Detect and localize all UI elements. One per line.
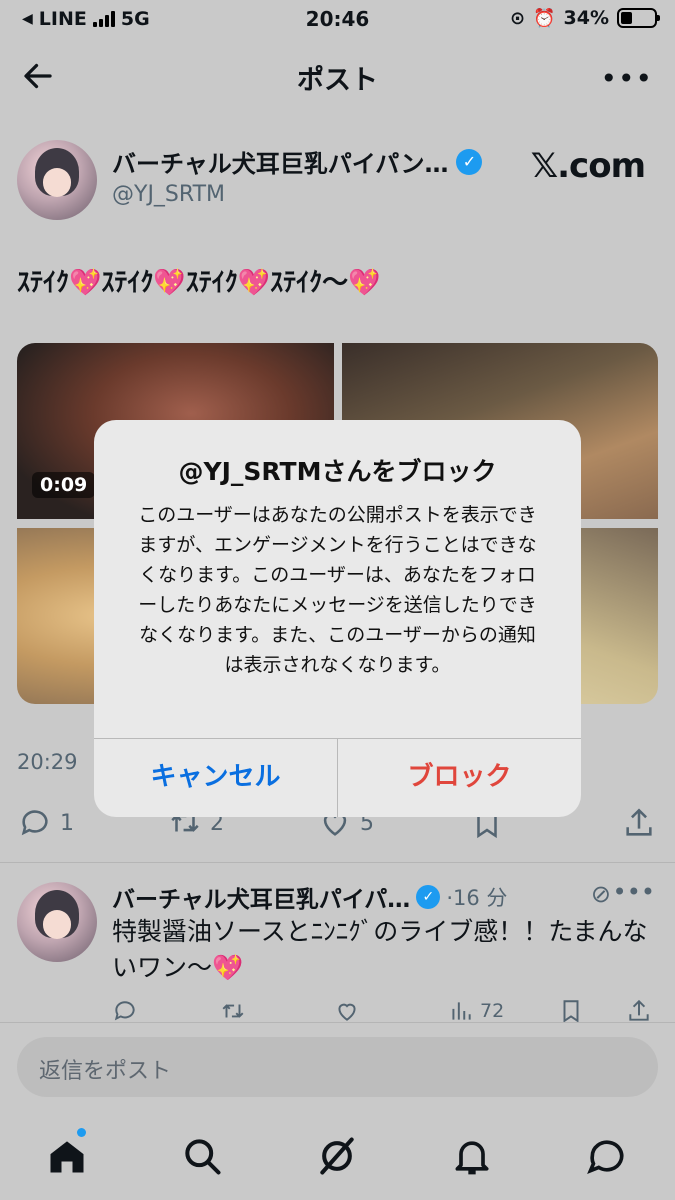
grok-icon[interactable]: ⊘ (591, 880, 611, 908)
dialog-title: @YJ_SRTMさんをブロック (178, 457, 497, 486)
heart-icon (338, 1003, 356, 1021)
reply-button[interactable]: 1 (18, 806, 74, 840)
alarm-icon: ⏰ (533, 7, 556, 29)
share-button[interactable] (622, 806, 656, 840)
reply-input[interactable]: 返信をポスト (17, 1037, 658, 1097)
post-text: ｽﾃｲｸ💖ｽﾃｲｸ💖ｽﾃｲｸ💖ｽﾃｲｸ〜💖 (17, 268, 381, 298)
author-handle[interactable]: @YJ_SRTM (112, 182, 225, 207)
reply-time: ·16 分 (446, 886, 508, 910)
reply-author-name: バーチャル犬耳巨乳パイパ… (112, 887, 411, 913)
reply-like-button[interactable] (334, 998, 360, 1024)
video-duration: 0:09 (32, 472, 96, 498)
verified-badge-icon: ✓ (416, 885, 441, 909)
home-icon[interactable] (45, 1134, 89, 1178)
reply-reply-button[interactable] (112, 998, 138, 1024)
messages-icon[interactable] (585, 1134, 629, 1178)
bookmark-icon (563, 1000, 579, 1023)
battery-percent: 34% (563, 7, 609, 29)
reply-repost-button[interactable] (220, 998, 246, 1024)
rotation-lock-icon: ⊙ (510, 7, 526, 29)
status-right: ⊙ ⏰ 34% (510, 7, 660, 29)
page-title: ポスト (297, 65, 378, 96)
block-button[interactable]: ブロック (338, 738, 581, 817)
post-header: ポスト ••• (0, 50, 675, 102)
repost-icon (222, 1004, 244, 1018)
more-horizontal-icon[interactable]: ••• (613, 878, 655, 906)
reply-bookmark-button[interactable] (558, 998, 584, 1024)
status-bar: ◀ LINE 5G 20:46 ⊙ ⏰ 34% (0, 0, 675, 40)
post-timestamp: 20:29 (17, 750, 78, 774)
analytics-icon (452, 1002, 471, 1020)
reply-author[interactable]: バーチャル犬耳巨乳パイパ… ✓ ·16 分 (112, 880, 507, 914)
view-count: 72 (480, 1000, 505, 1022)
tab-bar (0, 1112, 675, 1200)
avatar[interactable] (17, 140, 97, 220)
block-confirm-dialog: @YJ_SRTMさんをブロック このユーザーはあなたの公開ポストを表示できますが… (94, 420, 581, 817)
reply-icon (21, 810, 48, 836)
notifications-icon[interactable] (450, 1134, 494, 1178)
author-name-text: バーチャル犬耳巨乳パイパン… (112, 150, 449, 178)
share-icon (626, 808, 652, 836)
dialog-message: このユーザーはあなたの公開ポストを表示できますが、エンゲージメントを行うことはで… (138, 504, 537, 676)
reply-count: 1 (60, 810, 74, 836)
x-com-logo: 𝕏.com (530, 146, 646, 186)
reply-share-button[interactable] (626, 998, 652, 1024)
share-icon (629, 999, 649, 1021)
divider (0, 862, 675, 863)
author-name[interactable]: バーチャル犬耳巨乳パイパン… ✓ (112, 144, 483, 179)
home-notification-dot (77, 1128, 86, 1137)
reply-avatar[interactable] (17, 882, 97, 962)
verified-badge-icon: ✓ (456, 148, 483, 175)
reply-views[interactable]: 72 (448, 998, 504, 1024)
cancel-button[interactable]: キャンセル (94, 738, 337, 817)
reply-icon (114, 1001, 135, 1021)
search-icon[interactable] (180, 1134, 224, 1178)
reply-text: 特製醤油ソースとﾆﾝﾆｸﾞのライブ感！！たまんないワン〜💖 (112, 917, 648, 982)
battery-icon (617, 8, 660, 28)
more-horizontal-icon[interactable]: ••• (600, 62, 653, 95)
grok-icon[interactable] (315, 1134, 359, 1178)
